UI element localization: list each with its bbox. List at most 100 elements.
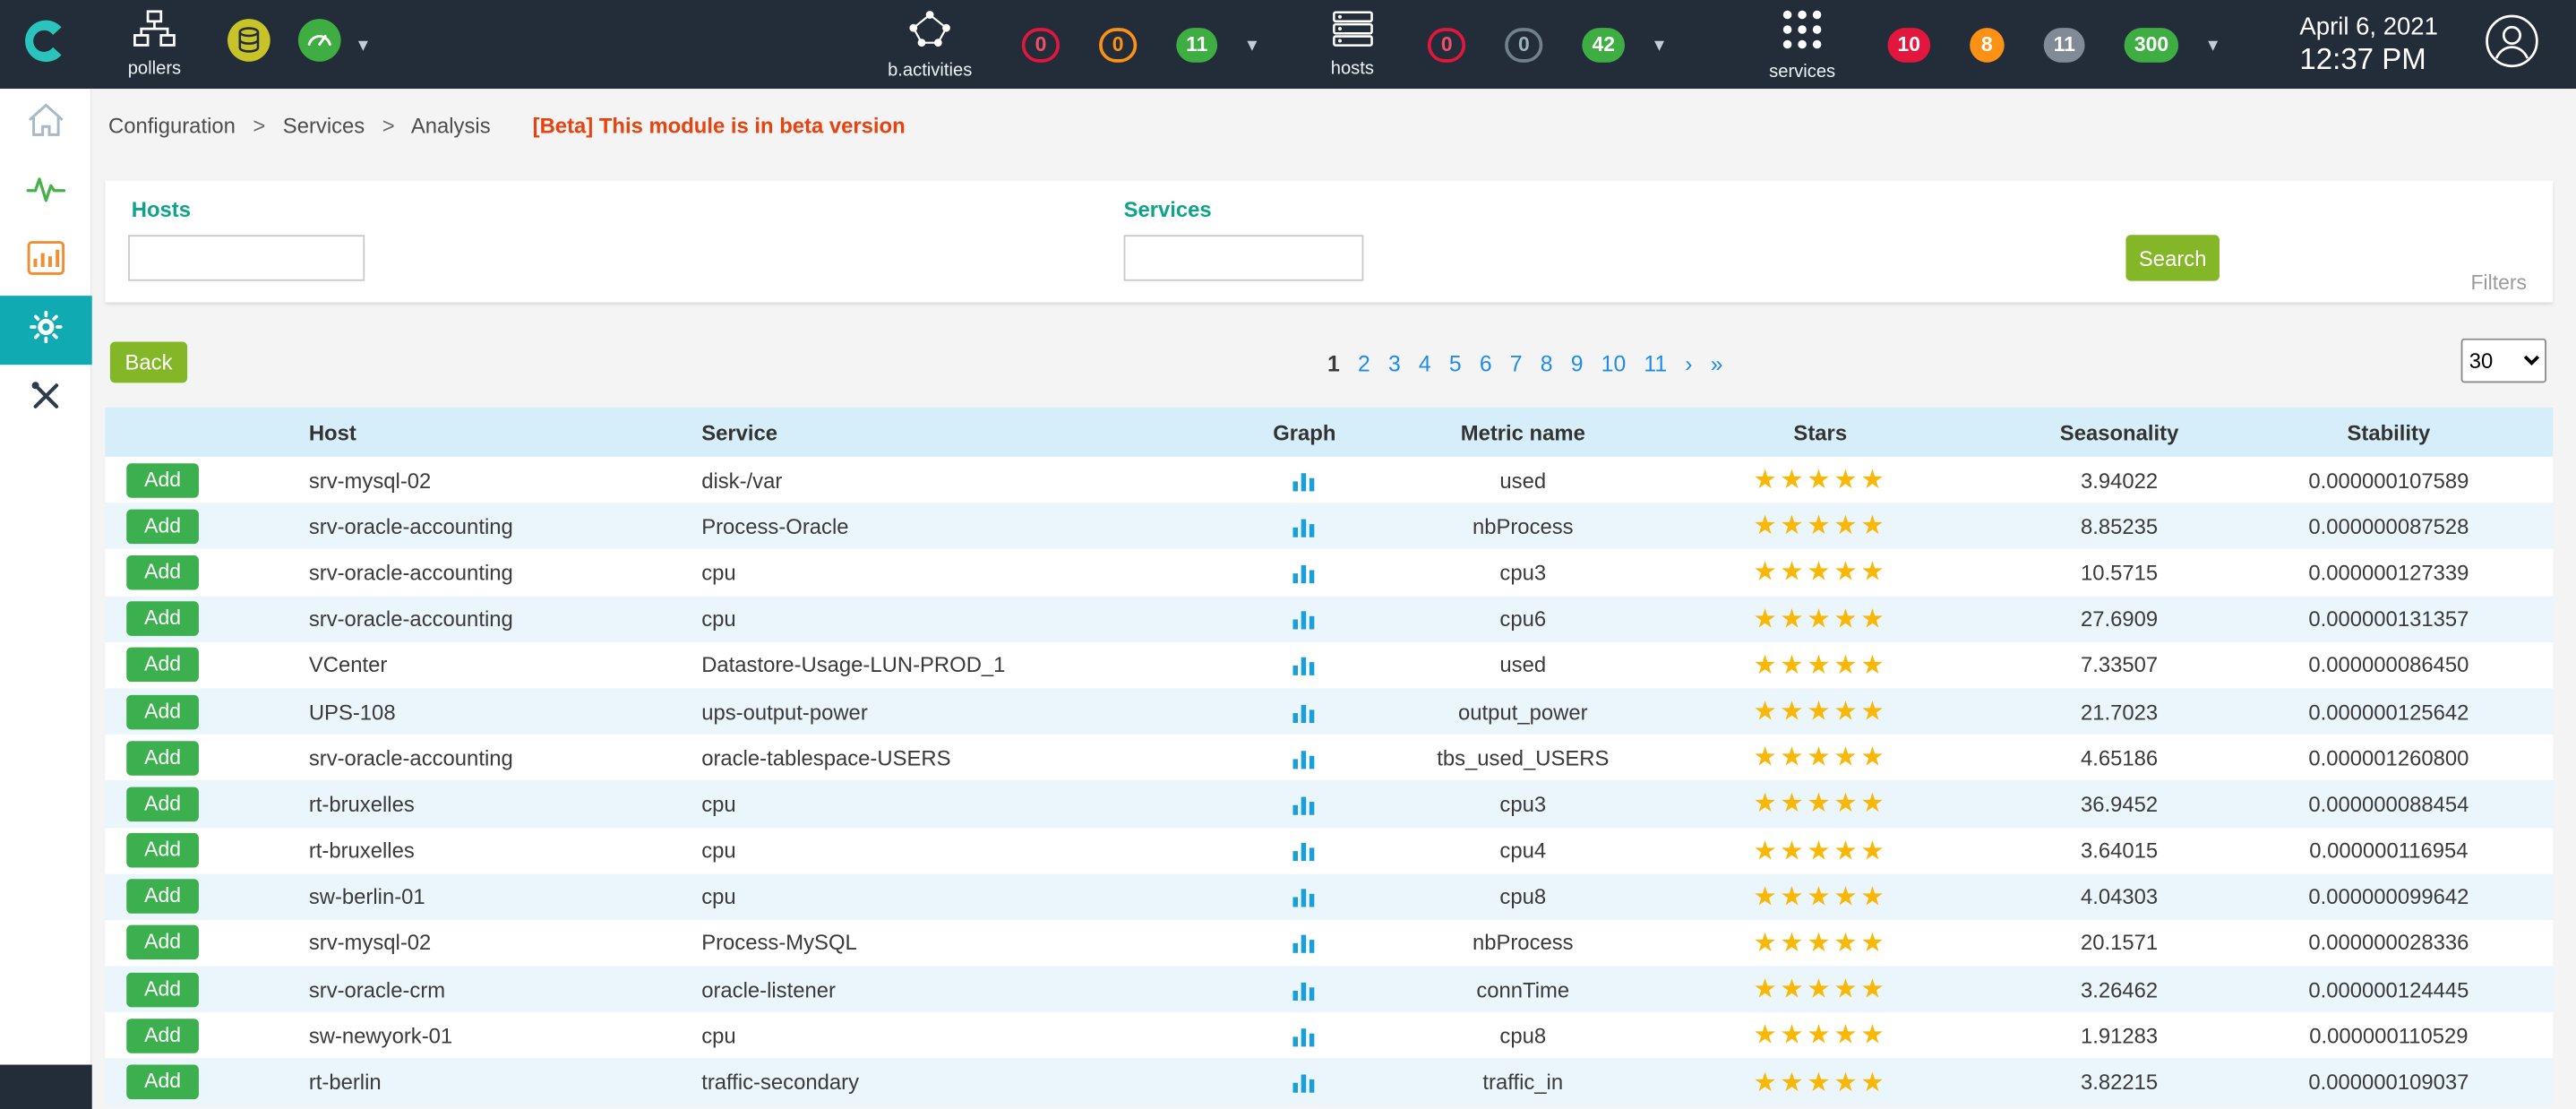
back-button[interactable]: Back [110,342,187,383]
status-badge-red[interactable]: 0 [1022,27,1060,62]
ba-badges: 0 0 11 [983,27,1218,62]
cell-stability: 0.000000116954 [2224,838,2553,864]
add-button[interactable]: Add [126,509,199,544]
sidebar-footer[interactable] [0,1065,92,1109]
graph-icon[interactable] [1292,514,1318,539]
last-page-link[interactable]: » [1711,352,1723,377]
filter-panel: Hosts Services Search Filters [105,181,2553,303]
add-button[interactable]: Add [126,741,199,776]
page-link-6[interactable]: 6 [1480,352,1492,377]
topbar-hosts-item[interactable]: hosts [1317,10,1389,79]
cell-host: rt-bruxelles [309,838,701,864]
hosts-filter-input[interactable] [128,235,365,280]
cell-service: disk-/var [701,468,1189,493]
status-badge-green[interactable]: 42 [1582,27,1625,62]
hosts-chevron-down-icon[interactable]: ▾ [1654,35,1664,55]
graph-icon[interactable] [1292,606,1318,632]
user-menu-button[interactable] [2484,13,2539,77]
add-button[interactable]: Add [126,602,199,637]
centreon-logo[interactable] [0,0,92,89]
status-badge-green[interactable]: 300 [2125,27,2178,62]
graph-icon[interactable] [1292,1070,1318,1095]
cell-seasonality: 4.04303 [2014,884,2225,909]
status-badge-orange[interactable]: 0 [1099,27,1137,62]
services-filter-input[interactable] [1124,235,1364,280]
status-badge-green[interactable]: 11 [1176,27,1217,62]
next-page-link[interactable]: › [1685,352,1692,377]
status-badge-gray[interactable]: 0 [1505,27,1542,62]
page-link-8[interactable]: 8 [1541,352,1553,377]
status-badge-red[interactable]: 0 [1428,27,1465,62]
status-badge-orange[interactable]: 8 [1970,27,2005,62]
add-button[interactable]: Add [126,1065,199,1100]
cell-metric: used [1420,653,1627,678]
cell-seasonality: 4.65186 [2014,745,2225,770]
sidebar-item-administration[interactable] [0,365,92,434]
add-button[interactable]: Add [126,694,199,729]
breadcrumb-analysis[interactable]: Analysis [411,114,491,139]
graph-icon[interactable] [1292,931,1318,956]
graph-icon[interactable] [1292,560,1318,585]
add-button[interactable]: Add [126,555,199,590]
status-badge-gray[interactable]: 11 [2044,27,2085,62]
graph-icon[interactable] [1292,468,1318,493]
page-link-3[interactable]: 3 [1388,352,1401,377]
ba-chevron-down-icon[interactable]: ▾ [1247,35,1257,55]
add-button[interactable]: Add [126,926,199,961]
page-link-10[interactable]: 10 [1601,352,1627,377]
cell-service: cpu [701,838,1189,864]
graph-icon[interactable] [1292,884,1318,909]
page-link-4[interactable]: 4 [1419,352,1431,377]
page-link-1[interactable]: 1 [1327,352,1340,377]
latency-gauge-icon[interactable] [297,18,342,71]
page-link-5[interactable]: 5 [1449,352,1462,377]
graph-icon[interactable] [1292,977,1318,1002]
sidebar-item-home[interactable] [0,89,92,158]
cell-seasonality: 3.26462 [2014,977,2225,1002]
graph-icon[interactable] [1292,1023,1318,1048]
page-link-2[interactable]: 2 [1358,352,1370,377]
breadcrumb-configuration[interactable]: Configuration [108,114,236,139]
cell-stability: 0.000000109037 [2224,1070,2553,1095]
table-row: Add UPS-108 ups-output-power output_powe… [105,688,2553,735]
cell-host: srv-oracle-accounting [309,560,701,585]
header-host: Host [309,420,701,445]
page-link-9[interactable]: 9 [1571,352,1584,377]
page-link-7[interactable]: 7 [1510,352,1523,377]
stars-rating: ★★★★★ [1627,649,2014,682]
breadcrumb-services[interactable]: Services [283,114,365,139]
cell-seasonality: 21.7023 [2014,700,2225,725]
add-button[interactable]: Add [126,833,199,868]
add-button[interactable]: Add [126,880,199,915]
topbar-services-item[interactable]: services [1756,7,1849,82]
graph-icon[interactable] [1292,792,1318,817]
page-size-select[interactable]: 30 [2461,339,2546,383]
database-status-icon[interactable] [227,18,271,71]
services-chevron-down-icon[interactable]: ▾ [2208,35,2218,55]
add-button[interactable]: Add [126,1019,199,1053]
graph-icon[interactable] [1292,838,1318,864]
search-button[interactable]: Search [2125,235,2220,280]
graph-icon[interactable] [1292,700,1318,725]
cell-metric: cpu3 [1420,560,1627,585]
topbar-ba-item[interactable]: b.activities [878,8,983,81]
sidebar-item-reporting[interactable] [0,227,92,296]
cell-host: VCenter [309,653,701,678]
graph-icon[interactable] [1292,653,1318,678]
hosts-icon [1332,10,1373,56]
graph-icon[interactable] [1292,745,1318,770]
topbar-pollers-item[interactable]: pollers [112,10,197,79]
add-button[interactable]: Add [126,972,199,1007]
sidebar-item-configuration[interactable] [0,296,92,365]
page-link-11[interactable]: 11 [1644,352,1667,377]
pollers-chevron-down-icon[interactable]: ▾ [358,35,368,55]
cell-seasonality: 27.6909 [2014,606,2225,632]
sidebar-item-monitoring[interactable] [0,158,92,227]
filters-toggle[interactable]: Filters [2471,271,2527,295]
add-button[interactable]: Add [126,648,199,683]
add-button[interactable]: Add [126,462,199,497]
add-button[interactable]: Add [126,787,199,821]
cell-stability: 0.000000028336 [2224,931,2553,956]
status-badge-red[interactable]: 10 [1888,27,1931,62]
table-row: Add srv-oracle-accounting cpu cpu3 ★★★★★… [105,549,2553,596]
